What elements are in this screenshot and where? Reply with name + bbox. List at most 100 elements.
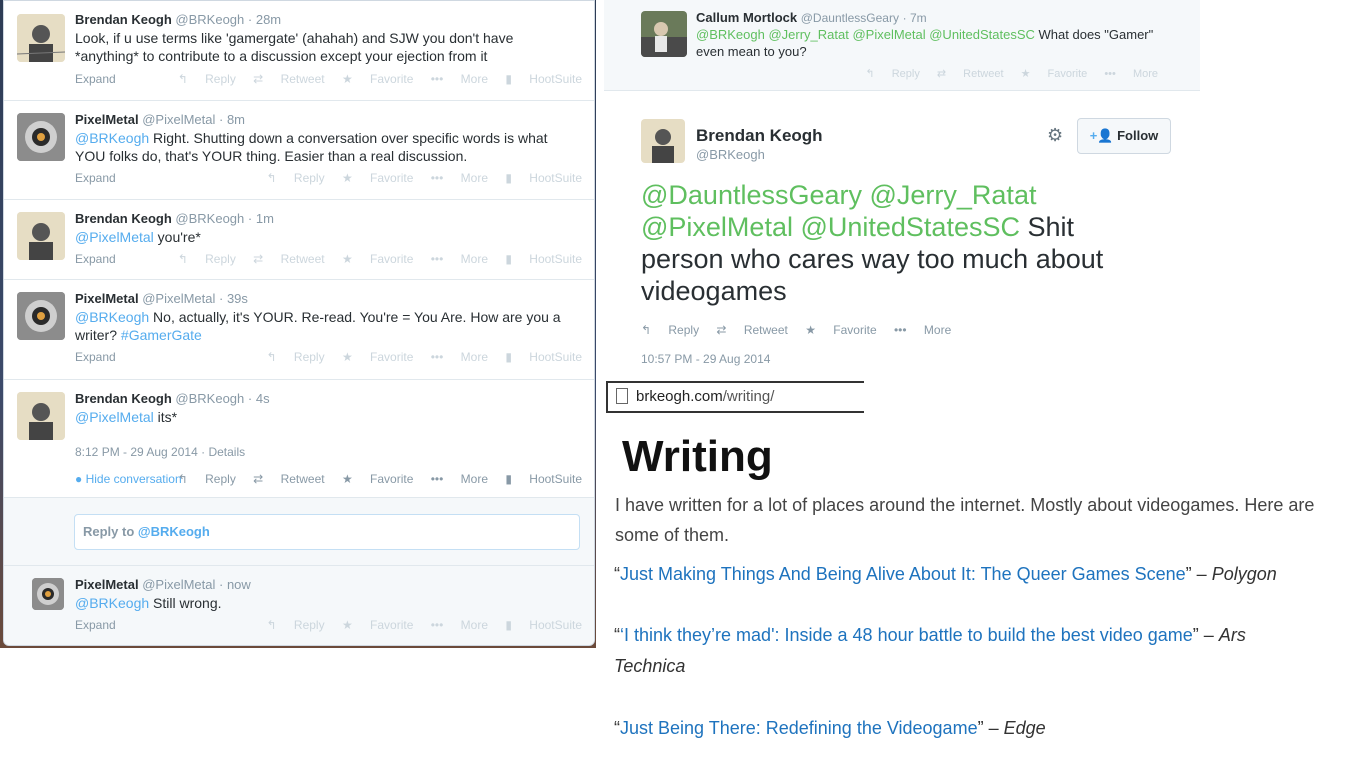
- mention-link[interactable]: @PixelMetal: [75, 409, 154, 425]
- avatar[interactable]: [17, 292, 65, 340]
- author-name[interactable]: Brendan Keogh: [696, 126, 823, 146]
- tweet[interactable]: PixelMetal @PixelMetal · now @BRKeogh St…: [4, 566, 594, 645]
- article-link[interactable]: ‘I think they’re mad': Inside a 48 hour …: [620, 625, 1193, 645]
- favorite-action[interactable]: ★ Favorite: [342, 350, 413, 364]
- timestamp[interactable]: · 4s: [248, 391, 270, 406]
- expand-link[interactable]: Expand: [75, 252, 116, 266]
- avatar[interactable]: [17, 14, 65, 62]
- mention-link[interactable]: @PixelMetal: [75, 229, 154, 245]
- details-link[interactable]: · Details: [201, 445, 245, 459]
- hootsuite-action[interactable]: ▮ HootSuite: [505, 472, 582, 486]
- author-handle[interactable]: @DauntlessGeary: [801, 11, 899, 25]
- timestamp[interactable]: · 39s: [219, 291, 248, 306]
- address-bar[interactable]: brkeogh.com/writing/: [606, 381, 864, 413]
- author-name[interactable]: Callum Mortlock: [696, 10, 797, 25]
- expand-link[interactable]: Expand: [75, 350, 116, 364]
- mention-links[interactable]: @PixelMetal @UnitedStatesSC: [641, 212, 1020, 242]
- avatar[interactable]: [32, 578, 64, 610]
- avatar[interactable]: [17, 113, 65, 161]
- reply-input[interactable]: Reply to @BRKeogh: [74, 514, 580, 550]
- favorite-action[interactable]: ★ Favorite: [342, 252, 413, 266]
- favorite-action[interactable]: ★ Favorite: [342, 171, 413, 185]
- author-name[interactable]: Brendan Keogh: [75, 12, 172, 27]
- mention-link[interactable]: @BRKeogh: [75, 595, 149, 611]
- author-name[interactable]: Brendan Keogh: [75, 211, 172, 226]
- page-title: Writing: [622, 432, 773, 481]
- expand-link[interactable]: Expand: [75, 72, 116, 86]
- retweet-action[interactable]: ⇄ Retweet: [716, 323, 787, 337]
- mention-links[interactable]: @DauntlessGeary @Jerry_Ratat: [641, 179, 1181, 211]
- more-action[interactable]: ••• More: [431, 171, 488, 185]
- expand-link[interactable]: Expand: [75, 618, 116, 632]
- author-name[interactable]: Brendan Keogh: [75, 391, 172, 406]
- retweet-action[interactable]: ⇄ Retweet: [253, 472, 324, 486]
- hootsuite-action[interactable]: ▮ HootSuite: [505, 350, 582, 364]
- mention-link[interactable]: @BRKeogh: [75, 309, 149, 325]
- timestamp[interactable]: · 28m: [248, 12, 281, 27]
- reply-action[interactable]: ↰ Reply: [267, 618, 325, 632]
- more-action[interactable]: ••• More: [1104, 68, 1158, 80]
- more-action[interactable]: ••• More: [894, 323, 951, 337]
- hootsuite-action[interactable]: ▮ HootSuite: [505, 618, 582, 632]
- hootsuite-action[interactable]: ▮ HootSuite: [505, 72, 582, 86]
- tweet[interactable]: PixelMetal @PixelMetal · 8m @BRKeogh Rig…: [4, 101, 594, 200]
- more-action[interactable]: ••• More: [431, 72, 488, 86]
- timestamp[interactable]: · 7m: [903, 11, 927, 25]
- avatar[interactable]: [17, 212, 65, 260]
- avatar[interactable]: [17, 392, 65, 440]
- more-action[interactable]: ••• More: [431, 618, 488, 632]
- hashtag-link[interactable]: #GamerGate: [121, 327, 202, 343]
- tweet-datetime[interactable]: 10:57 PM - 29 Aug 2014: [641, 352, 770, 366]
- retweet-action[interactable]: ⇄ Retweet: [253, 72, 324, 86]
- author-handle[interactable]: @BRKeogh: [175, 12, 244, 27]
- article-link[interactable]: Just Being There: Redefining the Videoga…: [620, 718, 978, 738]
- tweet[interactable]: Callum Mortlock @DauntlessGeary · 7m @BR…: [604, 0, 1200, 91]
- tweet[interactable]: PixelMetal @PixelMetal · 39s @BRKeogh No…: [4, 280, 594, 380]
- more-action[interactable]: ••• More: [431, 252, 488, 266]
- favorite-action[interactable]: ★ Favorite: [342, 72, 413, 86]
- tweet[interactable]: Brendan Keogh @BRKeogh · 28m Look, if u …: [4, 1, 594, 101]
- favorite-action[interactable]: ★ Favorite: [805, 323, 876, 337]
- author-handle[interactable]: @PixelMetal: [142, 291, 215, 306]
- favorite-action[interactable]: ★ Favorite: [1021, 68, 1088, 80]
- gear-icon[interactable]: ⚙: [1047, 125, 1063, 146]
- hootsuite-action[interactable]: ▮ HootSuite: [505, 252, 582, 266]
- reply-action[interactable]: ↰ Reply: [178, 72, 236, 86]
- reply-action[interactable]: ↰ Reply: [267, 350, 325, 364]
- more-action[interactable]: ••• More: [431, 350, 488, 364]
- favorite-action[interactable]: ★ Favorite: [342, 618, 413, 632]
- speech-bubble-icon: ●: [75, 472, 83, 486]
- retweet-action[interactable]: ⇄ Retweet: [937, 68, 1004, 80]
- reply-action[interactable]: ↰ Reply: [267, 171, 325, 185]
- tweet-datetime[interactable]: 8:12 PM - 29 Aug 2014: [75, 445, 198, 459]
- timestamp[interactable]: · 8m: [219, 112, 245, 127]
- mention-links[interactable]: @BRKeogh @Jerry_Ratat @PixelMetal @Unite…: [696, 27, 1035, 42]
- hootsuite-action[interactable]: ▮ HootSuite: [505, 171, 582, 185]
- timestamp[interactable]: · 1m: [248, 211, 274, 226]
- tweet-expanded[interactable]: Brendan Keogh @BRKeogh · 4s @PixelMetal …: [4, 380, 594, 498]
- expand-link[interactable]: Expand: [75, 171, 116, 185]
- mention-link[interactable]: @BRKeogh: [75, 130, 149, 146]
- author-handle[interactable]: @BRKeogh: [696, 147, 765, 162]
- more-action[interactable]: ••• More: [431, 472, 488, 486]
- author-name[interactable]: PixelMetal: [75, 577, 139, 592]
- follow-button[interactable]: +👤 Follow: [1077, 118, 1171, 154]
- author-handle[interactable]: @BRKeogh: [175, 211, 244, 226]
- reply-action[interactable]: ↰ Reply: [865, 68, 919, 80]
- favorite-action[interactable]: ★ Favorite: [342, 472, 413, 486]
- reply-action[interactable]: ↰ Reply: [641, 323, 699, 337]
- author-name[interactable]: PixelMetal: [75, 112, 139, 127]
- tweet[interactable]: Brendan Keogh @BRKeogh · 1m @PixelMetal …: [4, 200, 594, 280]
- author-handle[interactable]: @PixelMetal: [142, 577, 215, 592]
- author-name[interactable]: PixelMetal: [75, 291, 139, 306]
- avatar[interactable]: [641, 11, 687, 57]
- timestamp[interactable]: · now: [219, 577, 251, 592]
- retweet-action[interactable]: ⇄ Retweet: [253, 252, 324, 266]
- reply-action[interactable]: ↰ Reply: [178, 252, 236, 266]
- author-handle[interactable]: @PixelMetal: [142, 112, 215, 127]
- reply-action[interactable]: ↰ Reply: [178, 472, 236, 486]
- article-link[interactable]: Just Making Things And Being Alive About…: [620, 564, 1186, 584]
- author-handle[interactable]: @BRKeogh: [175, 391, 244, 406]
- avatar[interactable]: [641, 119, 685, 163]
- article-source: Edge: [1003, 718, 1046, 738]
